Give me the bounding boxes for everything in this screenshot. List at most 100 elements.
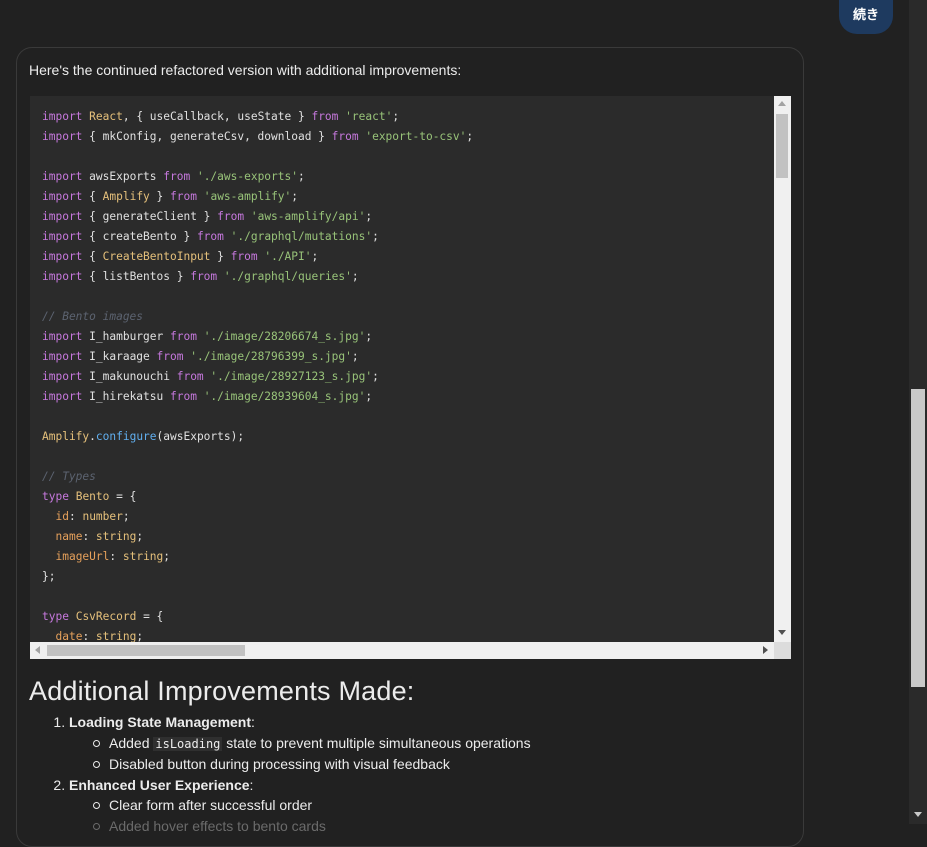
code-token: :: [109, 550, 123, 563]
code-token: { generateClient }: [82, 210, 218, 223]
code-line: import React, { useCallback, useState } …: [42, 107, 473, 127]
code-token: CreateBentoInput: [102, 250, 211, 263]
code-line: };: [42, 567, 473, 587]
assistant-intro-text: Here's the continued refactored version …: [29, 62, 462, 78]
code-line: // Bento images: [42, 307, 473, 327]
code-token: awsExports: [82, 170, 164, 183]
code-token: Amplify: [102, 190, 150, 203]
scroll-up-arrow-icon[interactable]: [778, 101, 786, 106]
code-token: ;: [372, 230, 379, 243]
scroll-right-arrow-icon[interactable]: [763, 646, 768, 654]
code-token: from: [176, 370, 204, 383]
code-vertical-scrollbar[interactable]: [774, 96, 791, 642]
code-token: import: [42, 170, 83, 183]
code-token: {: [82, 190, 103, 203]
code-token: import: [42, 370, 83, 383]
code-token: ;: [291, 190, 299, 203]
code-token: // Types: [42, 470, 96, 483]
code-token: from: [170, 190, 197, 203]
page-scrollbar[interactable]: [909, 0, 927, 824]
code-token: 'react': [345, 110, 393, 123]
code-token: from: [196, 230, 224, 243]
code-token: ;: [365, 390, 373, 403]
code-line: import I_karaage from './image/28796399_…: [42, 347, 473, 367]
code-token: ;: [372, 370, 379, 383]
code-token: type: [42, 490, 69, 503]
code-token: import: [42, 390, 83, 403]
code-token: import: [42, 190, 83, 203]
code-token: './aws-exports': [196, 170, 298, 183]
user-message-text: 続き: [852, 8, 879, 23]
code-line: import { mkConfig, generateCsv, download…: [42, 127, 473, 147]
code-line: import { CreateBentoInput } from './API'…: [42, 247, 473, 267]
code-token: number: [82, 510, 123, 523]
improvement-item: Enhanced User Experience: Clear form afte…: [69, 775, 800, 837]
code-token: from: [190, 270, 218, 283]
code-line: import { listBentos } from './graphql/qu…: [42, 267, 473, 287]
code-horizontal-scroll-thumb[interactable]: [47, 645, 245, 656]
bullet-text: Disabled button during processing with v…: [109, 756, 450, 772]
code-token: string: [122, 550, 164, 563]
code-token: string: [95, 530, 137, 543]
code-token: imageUrl: [55, 550, 110, 563]
scroll-down-arrow-icon[interactable]: [778, 630, 786, 635]
bullet-text: Added hover effects to bento cards: [109, 817, 326, 834]
code-line: import { createBento } from './graphql/m…: [42, 227, 473, 247]
scroll-left-arrow-icon[interactable]: [35, 646, 40, 654]
code-token: import: [42, 230, 83, 243]
code-token: .: [89, 430, 96, 443]
code-horizontal-scrollbar[interactable]: [30, 642, 774, 659]
code-token: CsvRecord: [75, 610, 137, 623]
code-line: import I_hamburger from './image/2820667…: [42, 327, 473, 347]
code-token: ;: [298, 170, 305, 183]
page-scroll-thumb[interactable]: [911, 389, 925, 687]
code-token: :: [82, 530, 96, 543]
code-line: Amplify.configure(awsExports);: [42, 427, 473, 447]
improvement-bullet: Added isLoading state to prevent multipl…: [93, 733, 800, 755]
code-token: from: [230, 250, 258, 263]
code-token: from: [156, 350, 184, 363]
code-token: import: [42, 270, 83, 283]
code-token: ;: [163, 550, 171, 563]
page-scroll-down-icon[interactable]: [914, 812, 922, 817]
code-token: './graphql/mutations': [230, 230, 373, 243]
code-token: from: [163, 170, 191, 183]
code-line: type Bento = {: [42, 487, 473, 507]
code-line: name: string;: [42, 527, 473, 547]
code-line: // Types: [42, 467, 473, 487]
improvement-title-suffix: :: [251, 714, 255, 730]
code-token: { listBentos }: [82, 270, 191, 283]
code-token: ;: [392, 110, 400, 123]
code-token: name: [55, 530, 83, 543]
code-token: { createBento }: [82, 230, 197, 243]
code-token: from: [217, 210, 245, 223]
code-token: import: [42, 110, 83, 123]
code-token: 'aws-amplify/api': [250, 210, 366, 223]
code-token: './image/28796399_s.jpg': [190, 350, 352, 363]
code-token: 'export-to-csv': [365, 130, 467, 143]
improvement-title: Loading State Management: [69, 714, 252, 730]
code-token: { mkConfig, generateCsv, download }: [82, 130, 332, 143]
bullet-text: Added: [109, 734, 154, 751]
code-token: I_hamburger: [82, 330, 170, 343]
code-block[interactable]: import React, { useCallback, useState } …: [30, 96, 791, 659]
improvements-ordered-list: Loading State Management: Added isLoading…: [0, 712, 800, 836]
code-token: from: [169, 390, 197, 403]
code-token: import: [42, 350, 83, 363]
code-vertical-scroll-thumb[interactable]: [776, 114, 788, 178]
code-token: './API': [264, 250, 312, 263]
code-token: React: [89, 110, 123, 123]
code-line: imageUrl: string;: [42, 547, 473, 567]
